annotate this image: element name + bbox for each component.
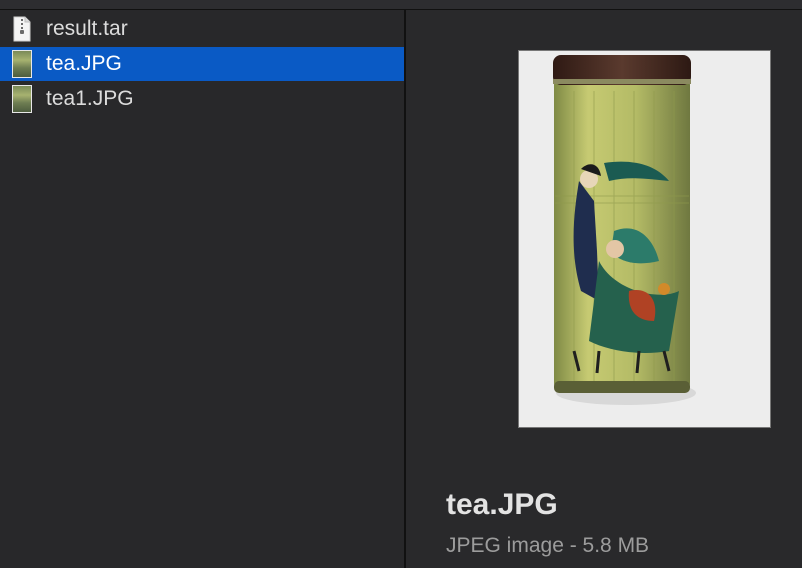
tea-tin-image bbox=[519, 51, 770, 427]
preview-pane: tea.JPG JPEG image - 5.8 MB bbox=[406, 10, 802, 568]
list-item-tea1-jpg[interactable]: tea1.JPG bbox=[0, 82, 404, 116]
file-list: result.tar tea.JPG tea1.JPG bbox=[0, 10, 404, 568]
image-thumbnail-icon bbox=[12, 50, 32, 78]
preview-file-name: tea.JPG bbox=[446, 488, 558, 521]
toolbar-edge bbox=[0, 0, 802, 10]
document-icon bbox=[13, 16, 31, 42]
list-item-label: result.tar bbox=[46, 17, 128, 40]
finder-window: result.tar tea.JPG tea1.JPG tea.JPG JPEG… bbox=[0, 0, 802, 568]
list-item-tea-jpg[interactable]: tea.JPG bbox=[0, 47, 404, 81]
list-item-label: tea1.JPG bbox=[46, 87, 134, 110]
preview-file-info: JPEG image - 5.8 MB bbox=[446, 534, 650, 557]
list-item-result-tar[interactable]: result.tar bbox=[0, 12, 404, 46]
preview-image[interactable] bbox=[518, 50, 771, 428]
list-item-label: tea.JPG bbox=[46, 52, 122, 75]
image-thumbnail-icon bbox=[12, 85, 32, 113]
